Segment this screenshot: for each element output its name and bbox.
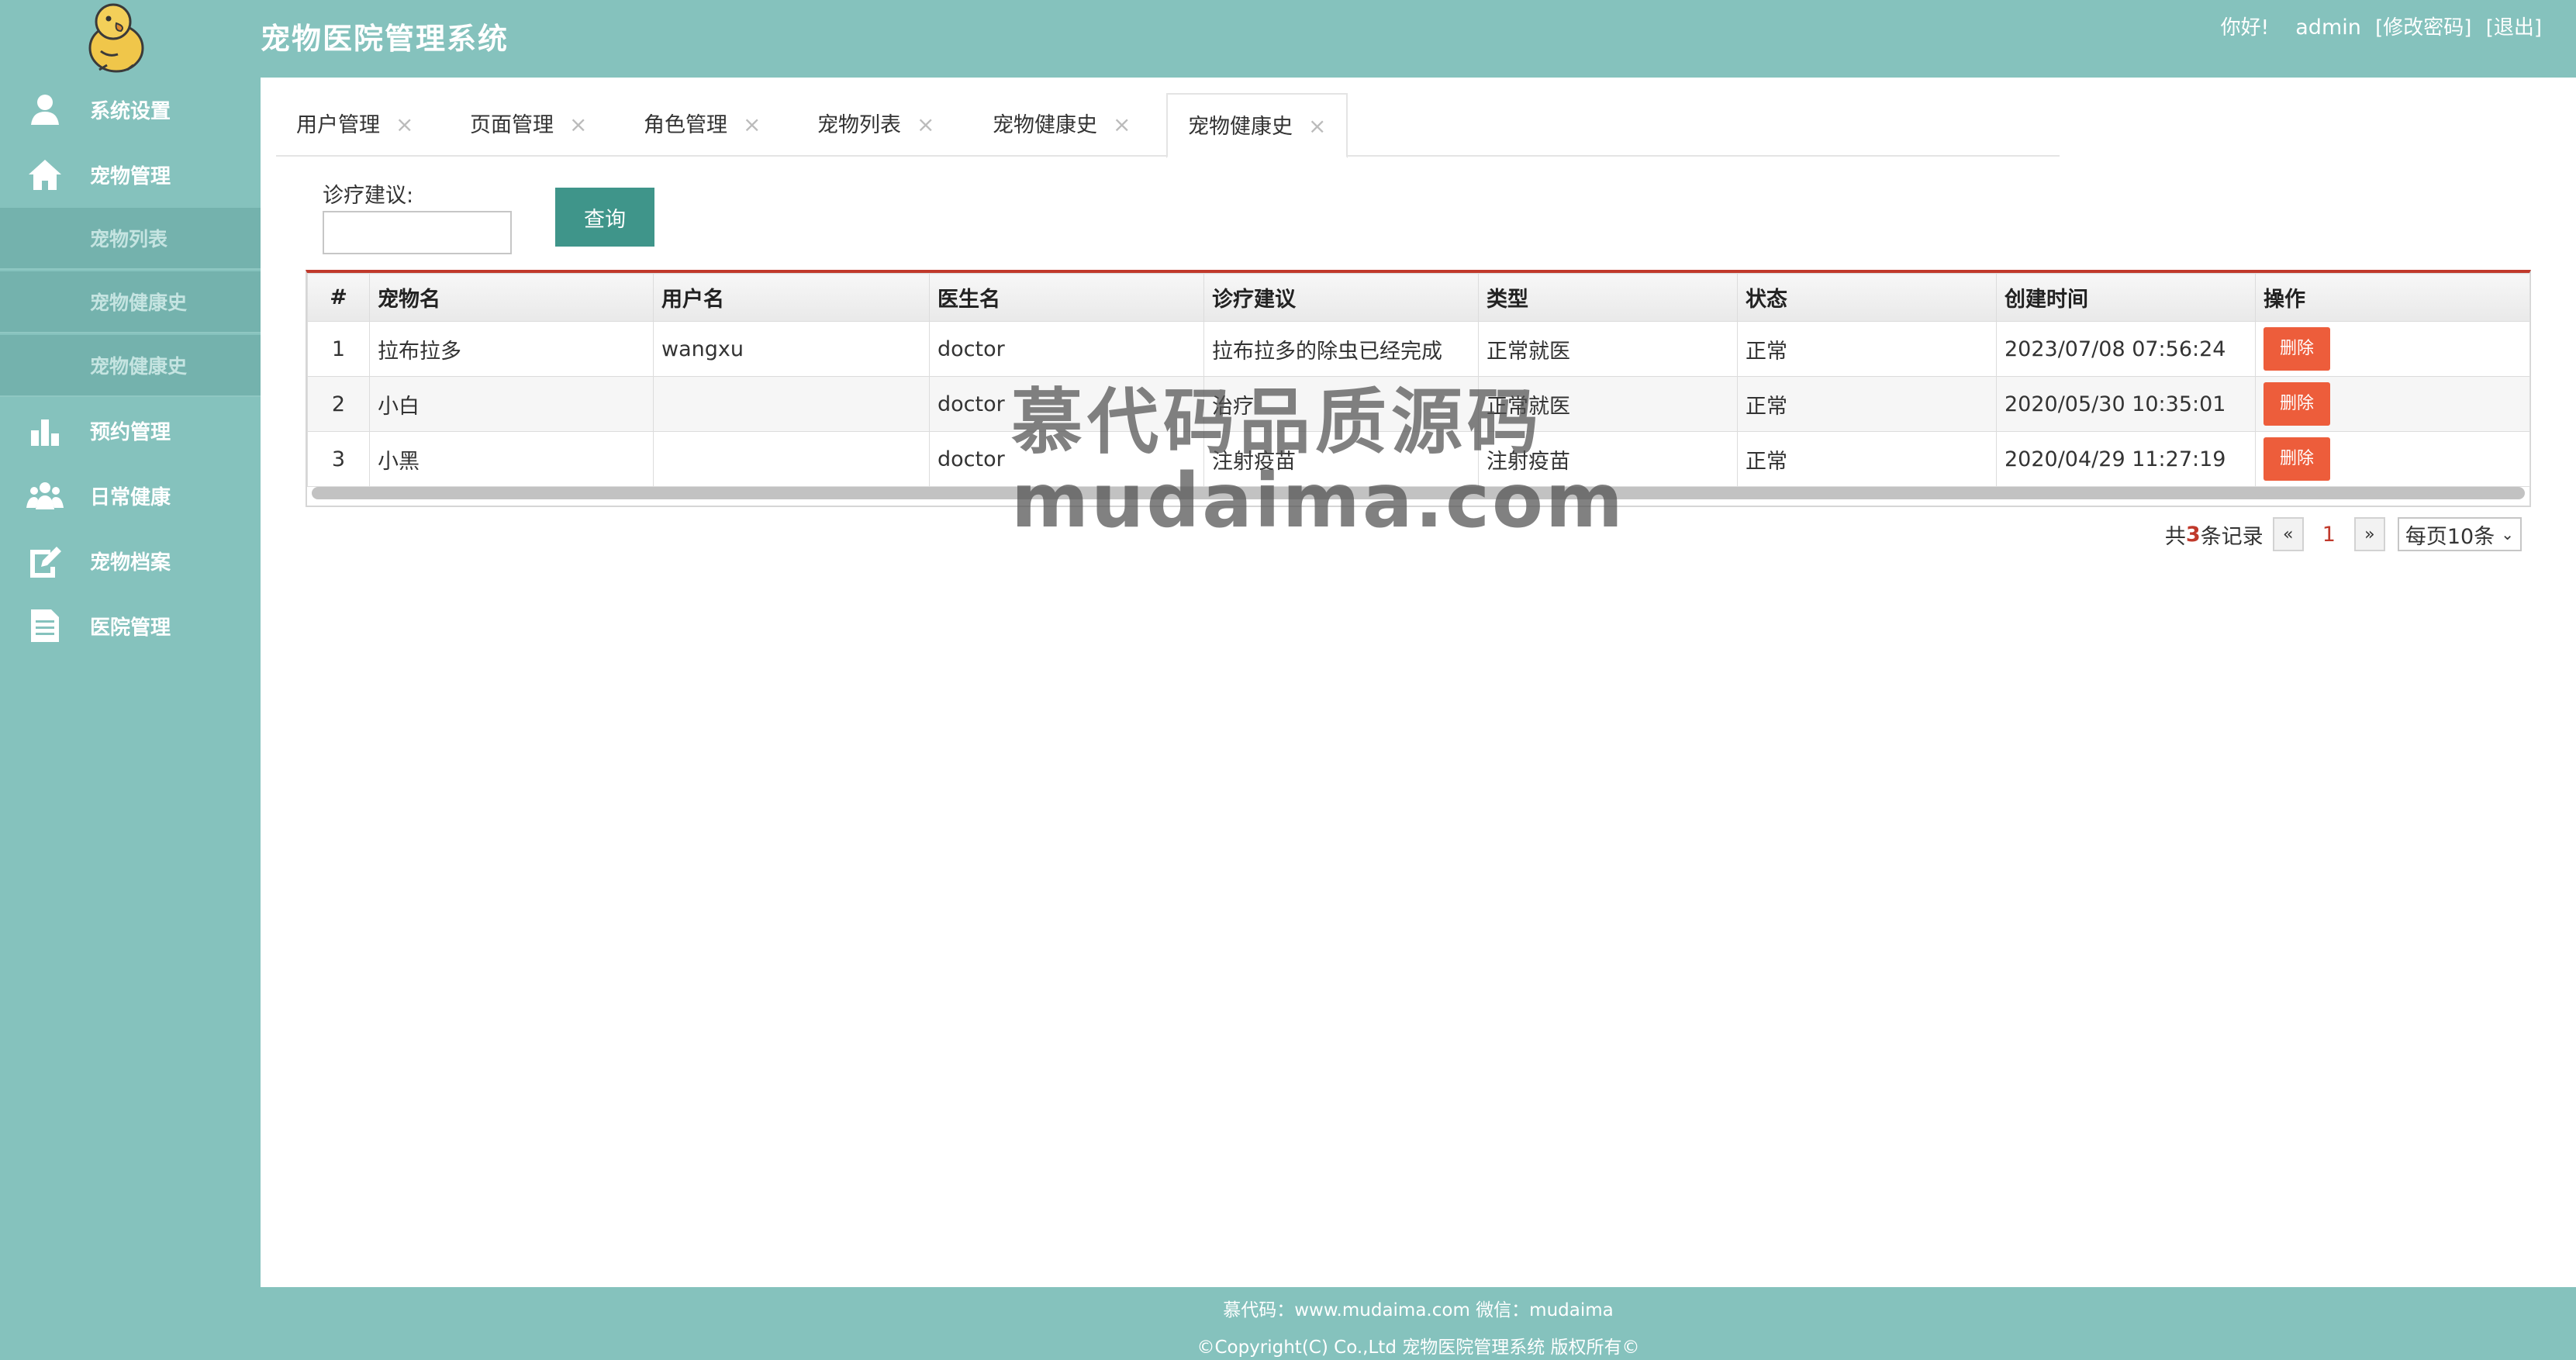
- sidebar-item-pet-records[interactable]: 宠物档案: [0, 529, 261, 592]
- close-icon[interactable]: ×: [1113, 112, 1131, 137]
- tab-role-management[interactable]: 角色管理 ×: [623, 93, 761, 157]
- tab-page-management[interactable]: 页面管理 ×: [450, 93, 587, 157]
- status-cell: 正常: [1737, 376, 1997, 432]
- status-cell: 正常: [1737, 321, 1997, 377]
- pet-name-cell: 小白: [369, 376, 654, 432]
- home-icon: [26, 156, 64, 193]
- status-cell: 正常: [1737, 431, 1997, 487]
- delete-button[interactable]: 删除: [2263, 382, 2330, 426]
- action-cell: 删除: [2255, 321, 2530, 377]
- tab-pet-health-history[interactable]: 宠物健康史 ×: [972, 93, 1131, 157]
- pet-name-cell: 拉布拉多: [369, 321, 654, 377]
- main-content: 用户管理 × 页面管理 × 角色管理 × 宠物列表 × 宠物健康史 × 宠物健康史 × 诊疗…: [261, 78, 2576, 1287]
- close-icon[interactable]: ×: [743, 112, 761, 137]
- close-icon[interactable]: ×: [395, 112, 413, 137]
- sidebar-item-label: 宠物管理: [90, 164, 171, 188]
- pet-name-cell: 小黑: [369, 431, 654, 487]
- sidebar-item-appointment[interactable]: 预约管理: [0, 399, 261, 462]
- sidebar: 系统设置 宠物管理 宠物列表 宠物健康史 宠物健康史 预约管理 日常健康 宠物档…: [0, 78, 261, 1287]
- watermark-text: 慕代码品质源码: [1011, 381, 1544, 464]
- document-icon: [26, 607, 64, 644]
- top-header: 宠物医院管理系统 你好! admin [修改密码] [退出]: [0, 0, 2576, 78]
- sidebar-item-system-settings[interactable]: 系统设置: [0, 78, 261, 141]
- sidebar-subitem-pet-health-history-2[interactable]: 宠物健康史: [0, 335, 261, 397]
- sidebar-item-label: 预约管理: [90, 420, 171, 444]
- tab-label: 角色管理: [644, 113, 727, 137]
- username-cell: [653, 431, 930, 487]
- column-header: 创建时间: [1996, 273, 2256, 322]
- sidebar-subitem-pet-health-history[interactable]: 宠物健康史: [0, 271, 261, 333]
- footer-contact: 慕代码：www.mudaima.com 微信：mudaima: [1223, 1300, 1614, 1320]
- action-cell: 删除: [2255, 376, 2530, 432]
- delete-button[interactable]: 删除: [2263, 437, 2330, 481]
- delete-button[interactable]: 删除: [2263, 327, 2330, 371]
- page-size-select[interactable]: 每页10条 ⌄: [2397, 517, 2522, 551]
- sidebar-item-label: 系统设置: [90, 99, 171, 123]
- total-count: 3: [2185, 522, 2201, 547]
- search-label: 诊疗建议:: [323, 184, 414, 208]
- app-title: 宠物医院管理系统: [261, 22, 509, 56]
- sidebar-item-pet-management[interactable]: 宠物管理: [0, 143, 261, 206]
- bar-chart-icon: [26, 412, 64, 449]
- total-prefix: 共: [2164, 524, 2186, 549]
- total-suffix: 条记录: [2200, 524, 2263, 549]
- close-icon[interactable]: ×: [569, 112, 587, 137]
- tab-label: 宠物健康史: [1188, 115, 1293, 139]
- row-number: 2: [307, 376, 370, 432]
- created-time-cell: 2020/04/29 11:27:19: [1996, 431, 2256, 487]
- prev-page-button[interactable]: «: [2272, 517, 2304, 551]
- username-text: admin: [2295, 16, 2361, 40]
- column-header: 用户名: [653, 273, 930, 322]
- sidebar-item-daily-health[interactable]: 日常健康: [0, 464, 261, 527]
- tab-label: 用户管理: [296, 113, 380, 137]
- tab-pet-list[interactable]: 宠物列表 ×: [797, 93, 934, 157]
- user-bar: 你好! admin [修改密码] [退出]: [2213, 12, 2542, 43]
- username-cell: [653, 376, 930, 432]
- sidebar-subitem-pet-list[interactable]: 宠物列表: [0, 208, 261, 270]
- row-number: 3: [307, 431, 370, 487]
- sidebar-item-label: 日常健康: [90, 485, 171, 509]
- sidebar-item-label: 医院管理: [90, 616, 171, 640]
- next-page-button[interactable]: »: [2353, 517, 2385, 551]
- column-header: #: [307, 273, 370, 322]
- tab-label: 宠物列表: [817, 113, 901, 137]
- tab-bar: 用户管理 × 页面管理 × 角色管理 × 宠物列表 × 宠物健康史 × 宠物健康史 ×: [276, 93, 2060, 158]
- sidebar-item-label: 宠物档案: [90, 551, 171, 575]
- search-button[interactable]: 查询: [555, 188, 654, 247]
- logout-link[interactable]: [退出]: [2486, 16, 2542, 40]
- sidebar-item-hospital-management[interactable]: 医院管理: [0, 594, 261, 658]
- duck-logo-icon: [78, 0, 155, 74]
- footer-copyright: ©Copyright(C) Co.,Ltd 宠物医院管理系统 版权所有©: [1196, 1338, 1640, 1358]
- current-page[interactable]: 1: [2322, 523, 2336, 547]
- page-size-value: 每页10条: [2405, 524, 2495, 549]
- pagination: 共 3 条记录 « 1 » 每页10条 ⌄: [2165, 515, 2522, 554]
- username-cell: wangxu: [653, 321, 930, 377]
- tab-pet-health-history-active[interactable]: 宠物健康史 ×: [1166, 93, 1348, 158]
- column-header: 状态: [1737, 273, 1997, 322]
- change-password-link[interactable]: [修改密码]: [2375, 16, 2471, 40]
- column-header: 诊疗建议: [1203, 273, 1479, 322]
- tab-user-management[interactable]: 用户管理 ×: [276, 93, 413, 157]
- column-header: 操作: [2255, 273, 2530, 322]
- user-icon: [26, 91, 64, 128]
- diagnosis-advice-input[interactable]: [323, 211, 512, 254]
- tab-label: 页面管理: [470, 113, 554, 137]
- table-header-row: # 宠物名 用户名 医生名 诊疗建议 类型 状态 创建时间 操作: [307, 273, 2530, 322]
- tab-label: 宠物健康史: [993, 113, 1097, 137]
- close-icon[interactable]: ×: [917, 112, 934, 137]
- created-time-cell: 2023/07/08 07:56:24: [1996, 321, 2256, 377]
- created-time-cell: 2020/05/30 10:35:01: [1996, 376, 2256, 432]
- column-header: 宠物名: [369, 273, 654, 322]
- close-icon[interactable]: ×: [1308, 113, 1326, 139]
- column-header: 医生名: [929, 273, 1204, 322]
- column-header: 类型: [1478, 273, 1738, 322]
- watermark-url: mudaima.com: [1011, 457, 1625, 544]
- action-cell: 删除: [2255, 431, 2530, 487]
- row-number: 1: [307, 321, 370, 377]
- group-icon: [26, 477, 64, 514]
- edit-icon: [26, 542, 64, 579]
- chevron-down-icon: ⌄: [2501, 525, 2514, 544]
- greeting-text: 你好!: [2220, 16, 2269, 40]
